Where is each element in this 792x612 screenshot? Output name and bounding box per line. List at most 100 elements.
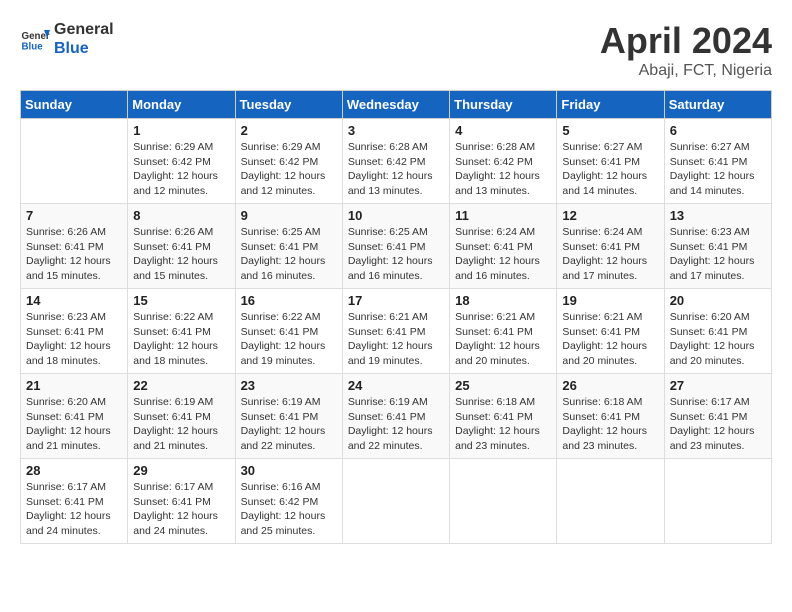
day-number: 11: [455, 208, 551, 223]
calendar-cell: 10 Sunrise: 6:25 AM Sunset: 6:41 PM Dayli…: [342, 204, 449, 289]
day-info: Sunrise: 6:24 AM Sunset: 6:41 PM Dayligh…: [562, 225, 658, 284]
day-number: 14: [26, 293, 122, 308]
day-info: Sunrise: 6:20 AM Sunset: 6:41 PM Dayligh…: [26, 395, 122, 454]
day-info: Sunrise: 6:17 AM Sunset: 6:41 PM Dayligh…: [26, 480, 122, 539]
calendar-cell: 9Sunrise: 6:25 AM Sunset: 6:41 PM Daylig…: [235, 204, 342, 289]
calendar-cell: 21 Sunrise: 6:20 AM Sunset: 6:41 PM Dayli…: [21, 374, 128, 459]
calendar-cell: 18 Sunrise: 6:21 AM Sunset: 6:41 PM Dayli…: [450, 289, 557, 374]
day-info: Sunrise: 6:22 AM Sunset: 6:41 PM Dayligh…: [133, 310, 229, 369]
calendar-week-4: 21 Sunrise: 6:20 AM Sunset: 6:41 PM Dayli…: [21, 374, 772, 459]
logo: General Blue General Blue: [20, 20, 114, 58]
weekday-header-saturday: Saturday: [664, 91, 771, 119]
day-info: Sunrise: 6:22 AM Sunset: 6:41 PM Dayligh…: [241, 310, 337, 369]
logo-general-text: General: [54, 20, 114, 39]
day-number: 18: [455, 293, 551, 308]
calendar-cell: 5Sunrise: 6:27 AM Sunset: 6:41 PM Daylig…: [557, 119, 664, 204]
calendar-cell: 25 Sunrise: 6:18 AM Sunset: 6:41 PM Dayli…: [450, 374, 557, 459]
day-info: Sunrise: 6:27 AM Sunset: 6:41 PM Dayligh…: [670, 140, 766, 199]
calendar-cell: 2 Sunrise: 6:29 AM Sunset: 6:42 PM Daylig…: [235, 119, 342, 204]
weekday-header-sunday: Sunday: [21, 91, 128, 119]
weekday-header-friday: Friday: [557, 91, 664, 119]
weekday-header-wednesday: Wednesday: [342, 91, 449, 119]
logo-blue-text: Blue: [54, 39, 114, 58]
day-info: Sunrise: 6:20 AM Sunset: 6:41 PM Dayligh…: [670, 310, 766, 369]
day-info: Sunrise: 6:21 AM Sunset: 6:41 PM Dayligh…: [455, 310, 551, 369]
calendar-week-3: 14 Sunrise: 6:23 AM Sunset: 6:41 PM Dayli…: [21, 289, 772, 374]
calendar-cell: 20Sunrise: 6:20 AM Sunset: 6:41 PM Dayli…: [664, 289, 771, 374]
day-info: Sunrise: 6:26 AM Sunset: 6:41 PM Dayligh…: [133, 225, 229, 284]
calendar-cell: 8 Sunrise: 6:26 AM Sunset: 6:41 PM Daylig…: [128, 204, 235, 289]
day-info: Sunrise: 6:21 AM Sunset: 6:41 PM Dayligh…: [348, 310, 444, 369]
day-number: 29: [133, 463, 229, 478]
calendar-cell: 6 Sunrise: 6:27 AM Sunset: 6:41 PM Daylig…: [664, 119, 771, 204]
calendar-cell: 22 Sunrise: 6:19 AM Sunset: 6:41 PM Dayli…: [128, 374, 235, 459]
calendar-cell: 15Sunrise: 6:22 AM Sunset: 6:41 PM Dayli…: [128, 289, 235, 374]
calendar-cell: 24Sunrise: 6:19 AM Sunset: 6:41 PM Dayli…: [342, 374, 449, 459]
day-number: 7: [26, 208, 122, 223]
day-number: 23: [241, 378, 337, 393]
day-info: Sunrise: 6:16 AM Sunset: 6:42 PM Dayligh…: [241, 480, 337, 539]
day-number: 22: [133, 378, 229, 393]
calendar-cell: 13Sunrise: 6:23 AM Sunset: 6:41 PM Dayli…: [664, 204, 771, 289]
calendar-cell: 28Sunrise: 6:17 AM Sunset: 6:41 PM Dayli…: [21, 459, 128, 544]
logo-icon: General Blue: [20, 24, 50, 54]
calendar-cell: 27Sunrise: 6:17 AM Sunset: 6:41 PM Dayli…: [664, 374, 771, 459]
day-number: 10: [348, 208, 444, 223]
calendar-cell: 19 Sunrise: 6:21 AM Sunset: 6:41 PM Dayli…: [557, 289, 664, 374]
day-info: Sunrise: 6:17 AM Sunset: 6:41 PM Dayligh…: [133, 480, 229, 539]
calendar-cell: 23Sunrise: 6:19 AM Sunset: 6:41 PM Dayli…: [235, 374, 342, 459]
calendar-cell: [450, 459, 557, 544]
day-number: 6: [670, 123, 766, 138]
day-number: 19: [562, 293, 658, 308]
day-number: 3: [348, 123, 444, 138]
calendar-week-5: 28Sunrise: 6:17 AM Sunset: 6:41 PM Dayli…: [21, 459, 772, 544]
day-number: 30: [241, 463, 337, 478]
calendar-cell: 16 Sunrise: 6:22 AM Sunset: 6:41 PM Dayli…: [235, 289, 342, 374]
calendar-cell: 17 Sunrise: 6:21 AM Sunset: 6:41 PM Dayli…: [342, 289, 449, 374]
day-number: 12: [562, 208, 658, 223]
day-info: Sunrise: 6:23 AM Sunset: 6:41 PM Dayligh…: [26, 310, 122, 369]
day-number: 4: [455, 123, 551, 138]
calendar-table: SundayMondayTuesdayWednesdayThursdayFrid…: [20, 90, 772, 544]
calendar-cell: 1 Sunrise: 6:29 AM Sunset: 6:42 PM Daylig…: [128, 119, 235, 204]
day-info: Sunrise: 6:25 AM Sunset: 6:41 PM Dayligh…: [348, 225, 444, 284]
day-number: 8: [133, 208, 229, 223]
day-info: Sunrise: 6:26 AM Sunset: 6:41 PM Dayligh…: [26, 225, 122, 284]
day-number: 21: [26, 378, 122, 393]
header: General Blue General Blue April 2024 Aba…: [20, 20, 772, 80]
weekday-header-thursday: Thursday: [450, 91, 557, 119]
calendar-cell: 12 Sunrise: 6:24 AM Sunset: 6:41 PM Dayli…: [557, 204, 664, 289]
day-number: 17: [348, 293, 444, 308]
calendar-cell: 11 Sunrise: 6:24 AM Sunset: 6:41 PM Dayli…: [450, 204, 557, 289]
calendar-cell: 7 Sunrise: 6:26 AM Sunset: 6:41 PM Daylig…: [21, 204, 128, 289]
day-info: Sunrise: 6:24 AM Sunset: 6:41 PM Dayligh…: [455, 225, 551, 284]
day-number: 5: [562, 123, 658, 138]
calendar-cell: 29 Sunrise: 6:17 AM Sunset: 6:41 PM Dayli…: [128, 459, 235, 544]
day-info: Sunrise: 6:21 AM Sunset: 6:41 PM Dayligh…: [562, 310, 658, 369]
month-title: April 2024: [600, 20, 772, 62]
calendar-header-row: SundayMondayTuesdayWednesdayThursdayFrid…: [21, 91, 772, 119]
day-info: Sunrise: 6:28 AM Sunset: 6:42 PM Dayligh…: [348, 140, 444, 199]
calendar-cell: [664, 459, 771, 544]
calendar-cell: 14 Sunrise: 6:23 AM Sunset: 6:41 PM Dayli…: [21, 289, 128, 374]
day-number: 1: [133, 123, 229, 138]
calendar-body: 1 Sunrise: 6:29 AM Sunset: 6:42 PM Daylig…: [21, 119, 772, 544]
calendar-week-1: 1 Sunrise: 6:29 AM Sunset: 6:42 PM Daylig…: [21, 119, 772, 204]
weekday-header-monday: Monday: [128, 91, 235, 119]
calendar-cell: 3 Sunrise: 6:28 AM Sunset: 6:42 PM Daylig…: [342, 119, 449, 204]
day-info: Sunrise: 6:19 AM Sunset: 6:41 PM Dayligh…: [133, 395, 229, 454]
day-info: Sunrise: 6:29 AM Sunset: 6:42 PM Dayligh…: [241, 140, 337, 199]
day-number: 16: [241, 293, 337, 308]
day-info: Sunrise: 6:18 AM Sunset: 6:41 PM Dayligh…: [562, 395, 658, 454]
title-area: April 2024 Abaji, FCT, Nigeria: [600, 20, 772, 80]
day-info: Sunrise: 6:18 AM Sunset: 6:41 PM Dayligh…: [455, 395, 551, 454]
calendar-cell: 30 Sunrise: 6:16 AM Sunset: 6:42 PM Dayli…: [235, 459, 342, 544]
day-number: 13: [670, 208, 766, 223]
day-info: Sunrise: 6:17 AM Sunset: 6:41 PM Dayligh…: [670, 395, 766, 454]
day-number: 9: [241, 208, 337, 223]
calendar-cell: 26Sunrise: 6:18 AM Sunset: 6:41 PM Dayli…: [557, 374, 664, 459]
calendar-week-2: 7 Sunrise: 6:26 AM Sunset: 6:41 PM Daylig…: [21, 204, 772, 289]
day-number: 25: [455, 378, 551, 393]
day-info: Sunrise: 6:29 AM Sunset: 6:42 PM Dayligh…: [133, 140, 229, 199]
day-number: 2: [241, 123, 337, 138]
